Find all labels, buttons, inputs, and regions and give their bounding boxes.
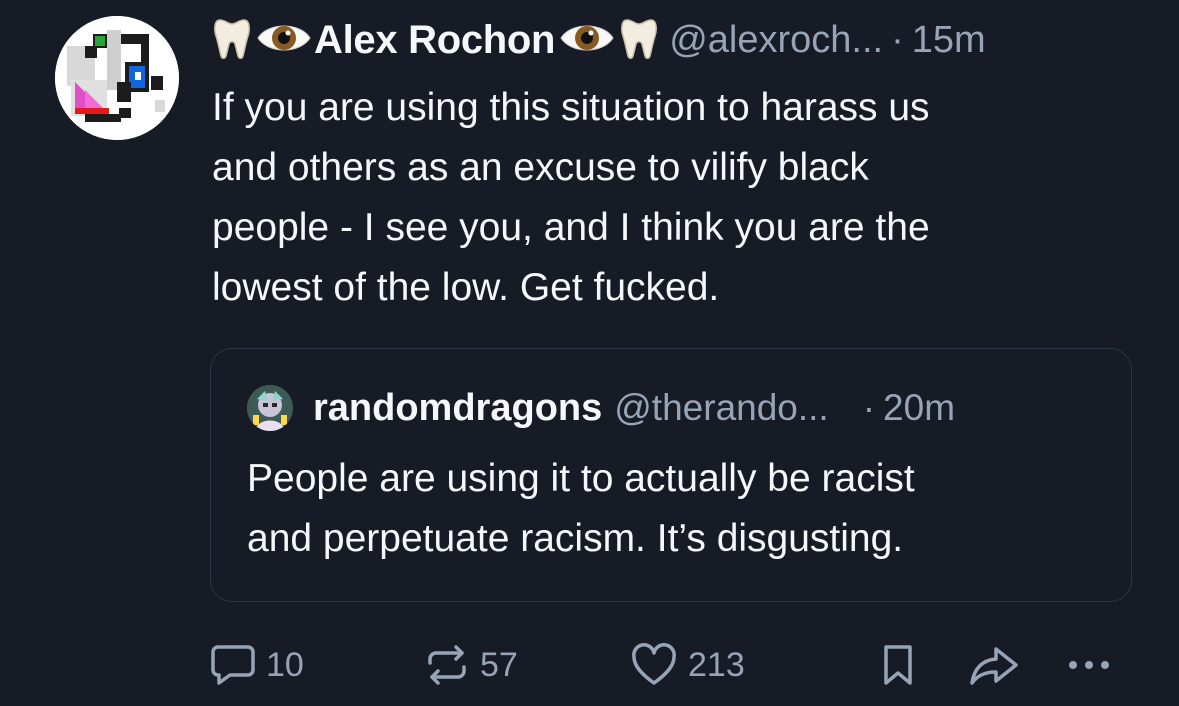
post-actions: 10 57 213 xyxy=(210,640,1130,690)
quoted-author-avatar xyxy=(247,385,293,431)
bookmark-button[interactable] xyxy=(878,640,918,690)
share-arrow-icon xyxy=(968,643,1020,687)
quoted-header-separator: · xyxy=(862,387,876,428)
quoted-author-handle[interactable]: @therando... xyxy=(614,387,828,429)
share-button[interactable] xyxy=(968,640,1020,690)
eye-icon xyxy=(256,18,312,63)
quoted-author-display-name[interactable]: randomdragons xyxy=(313,387,602,430)
quoted-avatar-image xyxy=(247,385,293,431)
like-button[interactable]: 213 xyxy=(630,640,745,690)
post-text-line: If you are using this situation to haras… xyxy=(212,86,930,129)
author-handle[interactable]: @alexroch... xyxy=(669,19,883,62)
post: Alex Rochon @alexroch... · 15m If you ar… xyxy=(0,0,1179,706)
repost-arrows-icon xyxy=(424,643,470,687)
tooth-icon xyxy=(619,16,659,65)
speech-bubble-icon xyxy=(210,643,256,687)
post-text-line: people - I see you, and I think you are … xyxy=(212,206,930,249)
post-text-line: lowest of the low. Get fucked. xyxy=(212,266,720,309)
quoted-post-text-line: People are using it to actually be racis… xyxy=(247,457,915,500)
quoted-post-header: randomdragons @therando... · 20m xyxy=(247,385,955,431)
repost-button[interactable]: 57 xyxy=(424,640,518,690)
post-text: If you are using this situation to haras… xyxy=(212,78,1132,318)
eye-icon xyxy=(559,18,615,63)
quoted-post[interactable]: randomdragons @therando... · 20m People … xyxy=(210,348,1132,602)
post-text-line: and others as an excuse to vilify black xyxy=(212,146,869,189)
heart-icon xyxy=(630,643,678,687)
author-display-name[interactable]: Alex Rochon xyxy=(314,18,555,63)
tooth-icon xyxy=(212,16,252,65)
avatar-image xyxy=(55,16,179,140)
reply-count: 10 xyxy=(266,645,304,684)
reply-button[interactable]: 10 xyxy=(210,640,304,690)
header-separator: · xyxy=(891,18,904,61)
repost-count: 57 xyxy=(480,645,518,684)
author-avatar[interactable] xyxy=(55,16,179,140)
quoted-post-text: People are using it to actually be racis… xyxy=(247,449,1107,569)
more-options-button[interactable] xyxy=(1066,640,1112,690)
bookmark-icon xyxy=(878,643,918,687)
post-header: Alex Rochon @alexroch... · 15m xyxy=(212,10,986,70)
quoted-post-timestamp[interactable]: 20m xyxy=(883,387,955,429)
like-count: 213 xyxy=(688,645,745,684)
ellipsis-icon xyxy=(1066,643,1112,687)
quoted-post-text-line: and perpetuate racism. It’s disgusting. xyxy=(247,517,904,560)
post-timestamp[interactable]: 15m xyxy=(912,19,986,62)
